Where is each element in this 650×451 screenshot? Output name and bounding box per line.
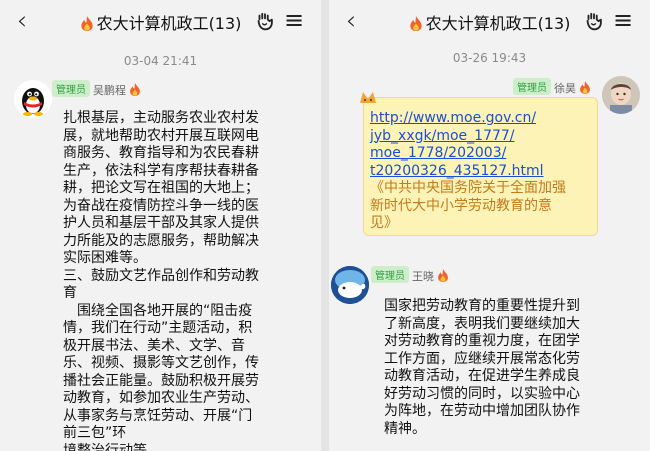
hand-gesture-icon[interactable] — [583, 11, 605, 33]
message-text[interactable]: 国家把劳动教育的重要性提升到 了新高度，表明我们要继续加大 对劳动教育的重视力度… — [384, 298, 634, 438]
admin-badge: 管理员 — [371, 266, 409, 283]
chat-title-text: 农大计算机政工(13) — [96, 14, 242, 33]
back-icon[interactable]: ‹ — [8, 6, 36, 36]
avatar[interactable] — [14, 80, 52, 118]
sender-line: 管理员 吴鹏程 — [52, 80, 144, 98]
penguin-avatar-icon — [14, 80, 52, 118]
admin-badge: 管理员 — [513, 78, 551, 95]
timestamp: 03-26 19:43 — [452, 51, 527, 65]
chat-title-text: 农大计算机政工(13) — [425, 14, 571, 33]
flame-icon — [80, 16, 94, 31]
chat-header: ‹ 农大计算机政工(13) ≡ — [329, 0, 650, 44]
hand-gesture-icon[interactable] — [254, 11, 276, 33]
url-line[interactable]: http://www.moe.gov.cn/ — [370, 110, 594, 128]
flame-icon — [437, 269, 449, 282]
url-line[interactable]: jyb_xxgk/moe_1777/ — [370, 128, 594, 146]
link-description[interactable]: 《中共中央国务院关于全面加强 新时代大中小学劳动教育的意 见》 — [370, 180, 594, 233]
cat-ears-icon — [360, 92, 376, 103]
flame-icon — [579, 81, 591, 94]
timestamp: 03-04 21:41 — [123, 54, 198, 68]
sender-line: 管理员 王晓 — [371, 266, 452, 284]
sender-name[interactable]: 王晓 — [412, 270, 434, 283]
sender-name[interactable]: 吴鹏程 — [93, 84, 126, 97]
link-message-bubble[interactable]: http://www.moe.gov.cn/ jyb_xxgk/moe_1777… — [360, 92, 598, 236]
link-content: http://www.moe.gov.cn/ jyb_xxgk/moe_1777… — [370, 110, 594, 233]
menu-icon[interactable]: ≡ — [612, 8, 634, 32]
menu-icon[interactable]: ≡ — [283, 8, 305, 32]
admin-badge: 管理员 — [52, 80, 90, 97]
sender-name[interactable]: 徐昊 — [554, 82, 576, 95]
url-line[interactable]: moe_1778/202003/ — [370, 145, 594, 163]
message-text[interactable]: 扎根基层，主动服务农业农村发 展，就地帮助农村开展互联网电 商服务、教育指导和为… — [63, 110, 315, 451]
chat-title: 农大计算机政工(13) — [48, 10, 273, 34]
flame-icon — [129, 83, 141, 96]
avatar[interactable] — [602, 76, 640, 114]
screenshot-composite: ‹ 农大计算机政工(13) ≡ 03-04 21:41 管理员 吴鹏程 扎根基层… — [0, 0, 650, 451]
chat-title: 农大计算机政工(13) — [377, 10, 602, 34]
whale-avatar-icon — [331, 266, 369, 304]
chat-panel-left: ‹ 农大计算机政工(13) ≡ 03-04 21:41 管理员 吴鹏程 扎根基层… — [0, 0, 321, 451]
flame-icon — [409, 16, 423, 31]
avatar[interactable] — [331, 266, 369, 304]
sender-line: 管理员 徐昊 — [513, 78, 594, 96]
chat-header: ‹ 农大计算机政工(13) ≡ — [0, 0, 321, 44]
baby-photo-avatar-icon — [602, 76, 640, 114]
url-line[interactable]: t20200326_435127.html — [370, 163, 594, 181]
back-icon[interactable]: ‹ — [337, 6, 365, 36]
